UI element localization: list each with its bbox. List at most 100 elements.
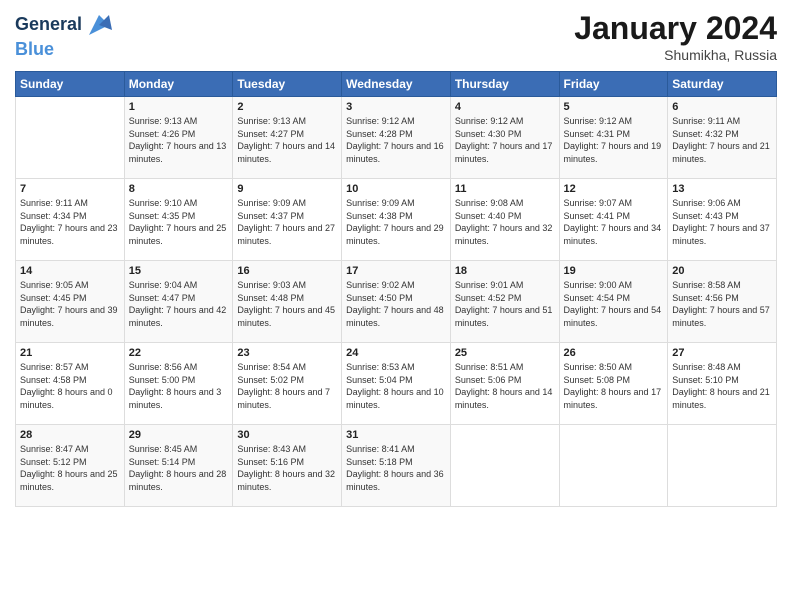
calendar-cell: 17 Sunrise: 9:02 AMSunset: 4:50 PMDayligh… xyxy=(342,261,451,343)
day-number: 12 xyxy=(564,183,664,195)
day-info: Sunrise: 9:05 AMSunset: 4:45 PMDaylight:… xyxy=(20,279,120,329)
day-info: Sunrise: 9:13 AMSunset: 4:26 PMDaylight:… xyxy=(129,115,229,165)
logo-icon xyxy=(84,10,114,40)
day-info: Sunrise: 9:13 AMSunset: 4:27 PMDaylight:… xyxy=(237,115,337,165)
calendar-cell xyxy=(450,425,559,507)
calendar-cell: 22Sunrise: 8:56 AMSunset: 5:00 PMDayligh… xyxy=(124,343,233,425)
calendar-cell: 4 Sunrise: 9:12 AMSunset: 4:30 PMDaylight… xyxy=(450,97,559,179)
header: General Blue January 2024 Shumikha, Russ… xyxy=(15,10,777,63)
day-info: Sunrise: 8:43 AMSunset: 5:16 PMDaylight:… xyxy=(237,443,337,493)
column-header-saturday: Saturday xyxy=(668,72,777,97)
day-number: 18 xyxy=(455,265,555,277)
calendar-cell: 15 Sunrise: 9:04 AMSunset: 4:47 PMDayligh… xyxy=(124,261,233,343)
day-number: 24 xyxy=(346,347,446,359)
day-number: 11 xyxy=(455,183,555,195)
day-number: 16 xyxy=(237,265,337,277)
day-info: Sunrise: 9:12 AMSunset: 4:30 PMDaylight:… xyxy=(455,115,555,165)
calendar-cell: 25Sunrise: 8:51 AMSunset: 5:06 PMDayligh… xyxy=(450,343,559,425)
day-info: Sunrise: 9:12 AMSunset: 4:31 PMDaylight:… xyxy=(564,115,664,165)
calendar-cell: 12 Sunrise: 9:07 AMSunset: 4:41 PMDayligh… xyxy=(559,179,668,261)
calendar-cell: 1 Sunrise: 9:13 AMSunset: 4:26 PMDaylight… xyxy=(124,97,233,179)
day-number: 6 xyxy=(672,101,772,113)
calendar-cell: 5 Sunrise: 9:12 AMSunset: 4:31 PMDaylight… xyxy=(559,97,668,179)
day-number: 7 xyxy=(20,183,120,195)
day-info: Sunrise: 9:07 AMSunset: 4:41 PMDaylight:… xyxy=(564,197,664,247)
day-number: 20 xyxy=(672,265,772,277)
day-info: Sunrise: 9:04 AMSunset: 4:47 PMDaylight:… xyxy=(129,279,229,329)
day-number: 17 xyxy=(346,265,446,277)
day-info: Sunrise: 9:06 AMSunset: 4:43 PMDaylight:… xyxy=(672,197,772,247)
day-number: 9 xyxy=(237,183,337,195)
day-info: Sunrise: 9:00 AMSunset: 4:54 PMDaylight:… xyxy=(564,279,664,329)
location: Shumikha, Russia xyxy=(574,47,777,63)
day-info: Sunrise: 9:11 AMSunset: 4:32 PMDaylight:… xyxy=(672,115,772,165)
column-header-tuesday: Tuesday xyxy=(233,72,342,97)
calendar-cell: 10 Sunrise: 9:09 AMSunset: 4:38 PMDayligh… xyxy=(342,179,451,261)
day-number: 30 xyxy=(237,429,337,441)
calendar-cell xyxy=(559,425,668,507)
calendar-cell: 16Sunrise: 9:03 AMSunset: 4:48 PMDayligh… xyxy=(233,261,342,343)
day-info: Sunrise: 8:53 AMSunset: 5:04 PMDaylight:… xyxy=(346,361,446,411)
day-number: 23 xyxy=(237,347,337,359)
column-header-thursday: Thursday xyxy=(450,72,559,97)
day-info: Sunrise: 8:58 AMSunset: 4:56 PMDaylight:… xyxy=(672,279,772,329)
week-row-3: 14 Sunrise: 9:05 AMSunset: 4:45 PMDayligh… xyxy=(16,261,777,343)
day-number: 5 xyxy=(564,101,664,113)
calendar-cell: 20 Sunrise: 8:58 AMSunset: 4:56 PMDayligh… xyxy=(668,261,777,343)
column-header-wednesday: Wednesday xyxy=(342,72,451,97)
header-row: SundayMondayTuesdayWednesdayThursdayFrid… xyxy=(16,72,777,97)
day-number: 8 xyxy=(129,183,229,195)
day-number: 19 xyxy=(564,265,664,277)
week-row-1: 1 Sunrise: 9:13 AMSunset: 4:26 PMDaylight… xyxy=(16,97,777,179)
calendar-cell: 18 Sunrise: 9:01 AMSunset: 4:52 PMDayligh… xyxy=(450,261,559,343)
calendar-cell: 21 Sunrise: 8:57 AMSunset: 4:58 PMDayligh… xyxy=(16,343,125,425)
month-title: January 2024 xyxy=(574,10,777,47)
week-row-5: 28 Sunrise: 8:47 AMSunset: 5:12 PMDayligh… xyxy=(16,425,777,507)
calendar-cell: 30 Sunrise: 8:43 AMSunset: 5:16 PMDayligh… xyxy=(233,425,342,507)
day-info: Sunrise: 8:45 AMSunset: 5:14 PMDaylight:… xyxy=(129,443,229,493)
logo-general: General xyxy=(15,14,82,34)
calendar-cell: 19 Sunrise: 9:00 AMSunset: 4:54 PMDayligh… xyxy=(559,261,668,343)
day-info: Sunrise: 9:08 AMSunset: 4:40 PMDaylight:… xyxy=(455,197,555,247)
calendar-cell: 9Sunrise: 9:09 AMSunset: 4:37 PMDaylight… xyxy=(233,179,342,261)
week-row-4: 21 Sunrise: 8:57 AMSunset: 4:58 PMDayligh… xyxy=(16,343,777,425)
day-number: 15 xyxy=(129,265,229,277)
week-row-2: 7Sunrise: 9:11 AMSunset: 4:34 PMDaylight… xyxy=(16,179,777,261)
calendar-cell: 27Sunrise: 8:48 AMSunset: 5:10 PMDayligh… xyxy=(668,343,777,425)
day-info: Sunrise: 8:54 AMSunset: 5:02 PMDaylight:… xyxy=(237,361,337,411)
calendar-cell: 24 Sunrise: 8:53 AMSunset: 5:04 PMDayligh… xyxy=(342,343,451,425)
day-info: Sunrise: 8:57 AMSunset: 4:58 PMDaylight:… xyxy=(20,361,120,411)
day-info: Sunrise: 8:48 AMSunset: 5:10 PMDaylight:… xyxy=(672,361,772,411)
day-number: 25 xyxy=(455,347,555,359)
day-number: 4 xyxy=(455,101,555,113)
day-info: Sunrise: 8:47 AMSunset: 5:12 PMDaylight:… xyxy=(20,443,120,493)
day-info: Sunrise: 9:12 AMSunset: 4:28 PMDaylight:… xyxy=(346,115,446,165)
day-number: 1 xyxy=(129,101,229,113)
calendar-table: SundayMondayTuesdayWednesdayThursdayFrid… xyxy=(15,71,777,507)
calendar-cell: 26 Sunrise: 8:50 AMSunset: 5:08 PMDayligh… xyxy=(559,343,668,425)
day-info: Sunrise: 8:50 AMSunset: 5:08 PMDaylight:… xyxy=(564,361,664,411)
calendar-cell: 8Sunrise: 9:10 AMSunset: 4:35 PMDaylight… xyxy=(124,179,233,261)
calendar-cell: 6 Sunrise: 9:11 AMSunset: 4:32 PMDaylight… xyxy=(668,97,777,179)
day-info: Sunrise: 9:02 AMSunset: 4:50 PMDaylight:… xyxy=(346,279,446,329)
day-info: Sunrise: 9:01 AMSunset: 4:52 PMDaylight:… xyxy=(455,279,555,329)
calendar-cell: 2 Sunrise: 9:13 AMSunset: 4:27 PMDaylight… xyxy=(233,97,342,179)
day-number: 26 xyxy=(564,347,664,359)
day-number: 10 xyxy=(346,183,446,195)
logo-blue: Blue xyxy=(15,40,114,60)
calendar-cell: 31Sunrise: 8:41 AMSunset: 5:18 PMDayligh… xyxy=(342,425,451,507)
logo: General Blue xyxy=(15,10,114,60)
calendar-cell: 29 Sunrise: 8:45 AMSunset: 5:14 PMDayligh… xyxy=(124,425,233,507)
day-number: 2 xyxy=(237,101,337,113)
day-number: 21 xyxy=(20,347,120,359)
calendar-cell: 3 Sunrise: 9:12 AMSunset: 4:28 PMDaylight… xyxy=(342,97,451,179)
title-block: January 2024 Shumikha, Russia xyxy=(574,10,777,63)
day-number: 3 xyxy=(346,101,446,113)
day-number: 28 xyxy=(20,429,120,441)
day-number: 29 xyxy=(129,429,229,441)
calendar-cell xyxy=(16,97,125,179)
day-info: Sunrise: 9:09 AMSunset: 4:38 PMDaylight:… xyxy=(346,197,446,247)
day-number: 14 xyxy=(20,265,120,277)
calendar-cell: 28 Sunrise: 8:47 AMSunset: 5:12 PMDayligh… xyxy=(16,425,125,507)
calendar-cell: 11 Sunrise: 9:08 AMSunset: 4:40 PMDayligh… xyxy=(450,179,559,261)
